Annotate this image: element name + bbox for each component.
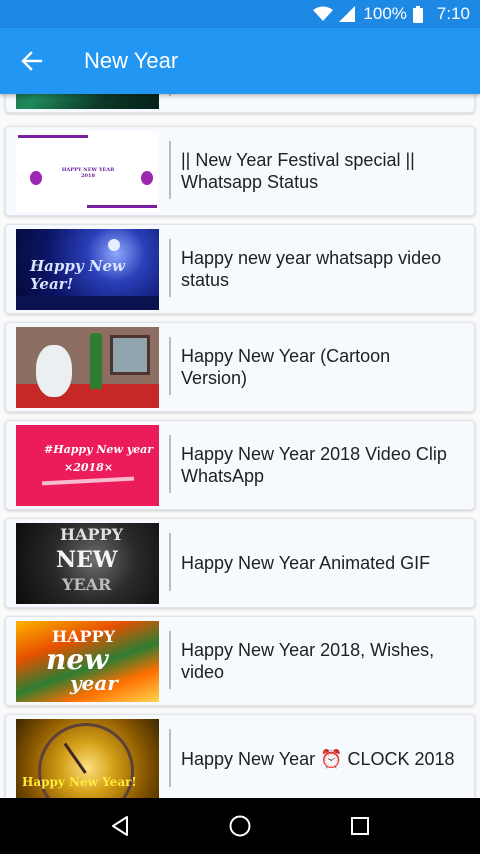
item-title: Happy New Year 2018, Wishes, video bbox=[181, 640, 435, 682]
square-recents-icon bbox=[351, 817, 369, 835]
thumbnail-text: Happy New Year! bbox=[30, 257, 125, 293]
thumbnail-text: HAPPY NEW YEAR 2018 bbox=[61, 167, 115, 179]
divider bbox=[169, 435, 171, 493]
balloon-left bbox=[30, 171, 42, 185]
nav-home-button[interactable] bbox=[220, 806, 260, 846]
divider bbox=[169, 141, 171, 199]
video-thumbnail: Happy New Year! bbox=[16, 229, 159, 310]
list-item[interactable]: Happy New Year! Happy new year whatsapp … bbox=[5, 224, 475, 314]
battery-percentage: 100% bbox=[363, 4, 407, 23]
battery-icon bbox=[412, 5, 423, 23]
list-item[interactable]: Happy New Year! Happy New Year ⏰ CLOCK 2… bbox=[5, 714, 475, 798]
nav-recents-button[interactable] bbox=[340, 806, 380, 846]
item-title: Happy new year whatsapp video status bbox=[181, 248, 442, 290]
divider bbox=[169, 729, 171, 787]
video-thumbnail: HAPPY NEW YEAR 2018 bbox=[16, 131, 159, 212]
table bbox=[16, 384, 159, 408]
item-title: Happy New Year 2018 Video Clip WhatsApp bbox=[181, 444, 447, 486]
balloon-right bbox=[141, 171, 153, 185]
cell-signal-icon bbox=[339, 6, 356, 22]
triangle-back-icon bbox=[112, 816, 128, 836]
app-bar: New Year bbox=[0, 28, 480, 94]
list-item[interactable]: HAPPY NEW YEAR 2018 || New Year Festival… bbox=[5, 126, 475, 216]
decor-line bbox=[87, 205, 157, 208]
video-thumbnail: HAPPY NEW YEAR bbox=[16, 523, 159, 604]
video-thumbnail bbox=[16, 94, 159, 109]
wifi-icon bbox=[313, 6, 334, 21]
thumbnail-text: ×2018× bbox=[64, 461, 114, 474]
item-title: || New Year Festival special || Whatsapp… bbox=[181, 150, 415, 192]
navigation-bar bbox=[0, 798, 480, 854]
item-title: Happy New Year Animated GIF bbox=[181, 553, 431, 573]
list-item[interactable]: HAPPY NEW YEAR Happy New Year Animated G… bbox=[5, 518, 475, 608]
thumbnail-text: HAPPY bbox=[60, 525, 124, 544]
divider bbox=[169, 631, 171, 689]
thumbnail-text: Happy New Year! bbox=[22, 775, 137, 789]
brush-stroke bbox=[41, 476, 135, 486]
bottle bbox=[90, 333, 102, 389]
video-thumbnail: #Happy New year ×2018× bbox=[16, 425, 159, 506]
clock: 7:10 bbox=[436, 4, 470, 23]
list-item[interactable]: #Happy New year ×2018× Happy New Year 20… bbox=[5, 420, 475, 510]
moon bbox=[108, 239, 120, 251]
thumbnail-text: YEAR bbox=[62, 575, 112, 594]
status-bar: 100% 7:10 bbox=[0, 0, 480, 28]
item-title: Happy New Year (Cartoon Version) bbox=[181, 346, 391, 388]
nav-back-button[interactable] bbox=[100, 806, 140, 846]
divider bbox=[169, 94, 171, 96]
video-thumbnail: HAPPY new year bbox=[16, 621, 159, 702]
bird bbox=[36, 345, 72, 397]
arrow-back-icon bbox=[21, 51, 43, 71]
ground bbox=[16, 296, 159, 310]
list-item[interactable] bbox=[5, 94, 475, 113]
item-title: Happy New Year ⏰ CLOCK 2018 bbox=[181, 749, 455, 769]
divider bbox=[169, 533, 171, 591]
thumbnail-text: year bbox=[70, 671, 118, 695]
divider bbox=[169, 239, 171, 297]
divider bbox=[169, 337, 171, 395]
window bbox=[110, 335, 150, 375]
back-button[interactable] bbox=[0, 28, 64, 94]
thumbnail-text: #Happy New year bbox=[44, 443, 154, 456]
video-thumbnail bbox=[16, 327, 159, 408]
thumbnail-text: NEW bbox=[56, 547, 118, 573]
video-thumbnail: Happy New Year! bbox=[16, 719, 159, 798]
decor-line bbox=[18, 135, 88, 138]
circle-home-icon bbox=[229, 815, 251, 837]
list-item[interactable]: HAPPY new year Happy New Year 2018, Wish… bbox=[5, 616, 475, 706]
video-list[interactable]: HAPPY NEW YEAR 2018 || New Year Festival… bbox=[0, 94, 480, 798]
list-item[interactable]: Happy New Year (Cartoon Version) bbox=[5, 322, 475, 412]
page-title: New Year bbox=[84, 48, 179, 73]
